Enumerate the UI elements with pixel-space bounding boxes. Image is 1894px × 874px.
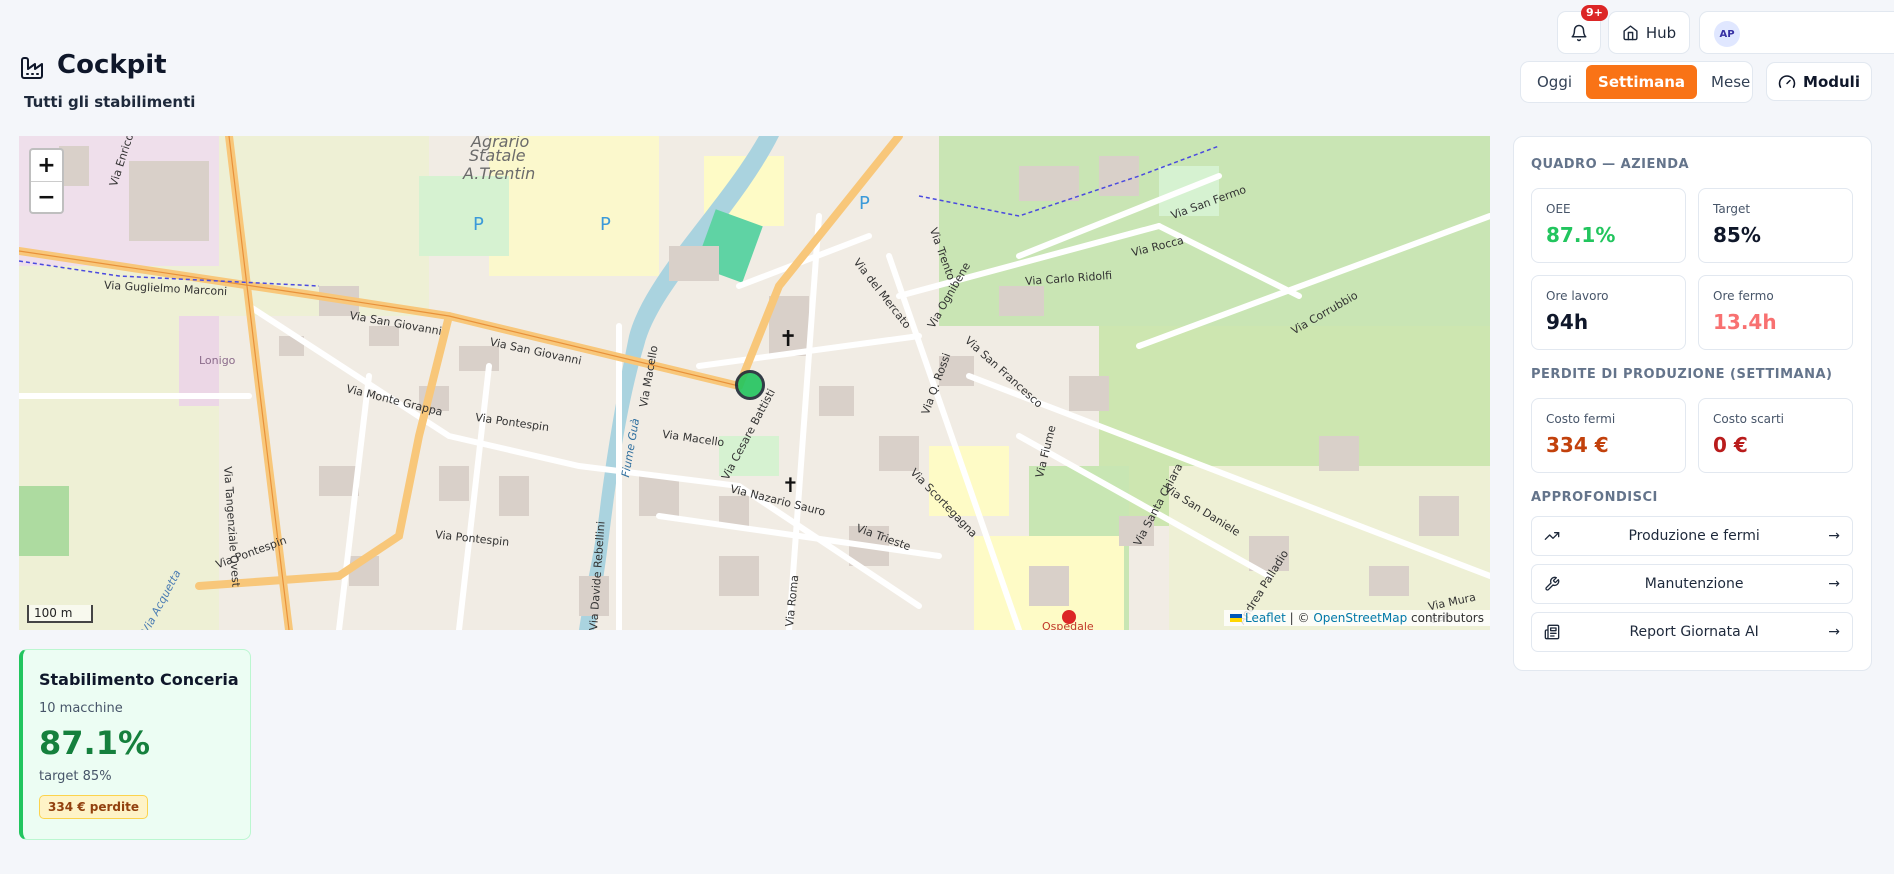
kpi-value: 13.4h — [1713, 310, 1777, 334]
period-mese[interactable]: Mese — [1699, 65, 1762, 99]
map-attribution: Leaflet | © OpenStreetMap contributors — [1223, 610, 1490, 626]
plant-loss-badge: 334 € perdite — [39, 795, 148, 819]
kpi-value: 85% — [1713, 223, 1761, 247]
factory-icon — [21, 57, 43, 79]
kpi-label: Costo scarti — [1713, 412, 1785, 426]
period-selector: Oggi Settimana Mese — [1520, 61, 1753, 103]
wrench-icon — [1545, 576, 1560, 591]
link-label: Report Giornata AI — [1629, 624, 1759, 640]
kpi-value: 0 € — [1713, 433, 1748, 457]
arrow-right-icon: → — [1828, 576, 1840, 592]
zoom-control: + − — [29, 148, 64, 214]
kpi-oee: OEE 87.1% — [1531, 188, 1686, 263]
plant-machines: 10 macchine — [39, 701, 123, 716]
company-overview-panel: QUADRO — AZIENDA OEE 87.1% Target 85% Or… — [1513, 136, 1872, 671]
notifications-badge: 9+ — [1581, 5, 1608, 21]
kpi-value: 334 € — [1546, 433, 1609, 457]
ukraine-flag-icon — [1229, 614, 1242, 622]
map-label: Lonigo — [199, 354, 236, 367]
kpi-label: Target — [1713, 202, 1751, 216]
perdite-title: PERDITE DI PRODUZIONE (SETTIMANA) — [1531, 367, 1833, 382]
kpi-value: 87.1% — [1546, 223, 1616, 247]
kpi-costo-fermi: Costo fermi 334 € — [1531, 398, 1686, 473]
osm-link[interactable]: OpenStreetMap — [1313, 611, 1407, 625]
plant-card[interactable]: Stabilimento Conceria 10 macchine 87.1% … — [19, 649, 251, 840]
page-title: Cockpit — [57, 50, 167, 80]
kpi-label: OEE — [1546, 202, 1571, 216]
zoom-in-button[interactable]: + — [31, 150, 62, 181]
avatar: AP — [1714, 21, 1740, 47]
svg-text:✝: ✝ — [782, 473, 799, 497]
link-manutenzione[interactable]: Manutenzione → — [1531, 564, 1853, 604]
kpi-label: Ore fermo — [1713, 289, 1774, 303]
attribution-suffix: contributors — [1411, 611, 1484, 625]
period-oggi[interactable]: Oggi — [1525, 65, 1584, 99]
hub-button[interactable]: Hub — [1608, 11, 1690, 54]
svg-text:✝: ✝ — [779, 327, 797, 352]
link-label: Manutenzione — [1644, 576, 1744, 592]
approfondisci-title: APPROFONDISCI — [1531, 490, 1658, 505]
page-subtitle: Tutti gli stabilimenti — [24, 93, 196, 111]
svg-text:P: P — [859, 193, 870, 214]
bell-icon — [1571, 24, 1587, 41]
plant-marker[interactable] — [735, 370, 765, 400]
svg-text:P: P — [600, 214, 611, 235]
link-report-giornata[interactable]: Report Giornata AI → — [1531, 612, 1853, 652]
map-label: Ospedale — [1042, 620, 1094, 630]
arrow-right-icon: → — [1828, 624, 1840, 640]
moduli-button[interactable]: Moduli — [1766, 62, 1872, 101]
kpi-target: Target 85% — [1698, 188, 1853, 263]
link-label: Produzione e fermi — [1628, 528, 1760, 544]
zoom-out-button[interactable]: − — [31, 181, 62, 212]
kpi-ore-fermo: Ore fermo 13.4h — [1698, 275, 1853, 350]
moduli-label: Moduli — [1803, 72, 1860, 91]
arrow-right-icon: → — [1828, 528, 1840, 544]
report-icon — [1544, 624, 1560, 640]
svg-text:P: P — [473, 214, 484, 235]
map-label: Statale — [469, 146, 526, 165]
link-produzione-fermi[interactable]: Produzione e fermi → — [1531, 516, 1853, 556]
leaflet-link[interactable]: Leaflet — [1245, 611, 1286, 625]
kpi-label: Costo fermi — [1546, 412, 1616, 426]
gauge-icon — [1778, 74, 1796, 88]
period-settimana[interactable]: Settimana — [1586, 65, 1698, 99]
hub-label: Hub — [1645, 23, 1677, 42]
plant-name: Stabilimento Conceria — [39, 670, 239, 689]
map-scale: 100 m — [27, 605, 93, 623]
kpi-label: Ore lavoro — [1546, 289, 1609, 303]
kpi-costo-scarti: Costo scarti 0 € — [1698, 398, 1853, 473]
kpi-value: 94h — [1546, 310, 1589, 334]
kpi-ore-lavoro: Ore lavoro 94h — [1531, 275, 1686, 350]
home-icon — [1623, 25, 1638, 41]
plant-target: target 85% — [39, 769, 112, 784]
user-menu[interactable]: AP — [1699, 11, 1894, 54]
quadro-title: QUADRO — AZIENDA — [1531, 157, 1690, 172]
plant-oee: 87.1% — [39, 724, 151, 762]
map-label: A.Trentin — [463, 164, 536, 183]
plants-map[interactable]: ✝ ✝ P P P Via Guglielmo Marconi Via San … — [19, 136, 1490, 630]
attribution-separator: | © — [1289, 611, 1310, 625]
trend-icon — [1544, 532, 1560, 540]
